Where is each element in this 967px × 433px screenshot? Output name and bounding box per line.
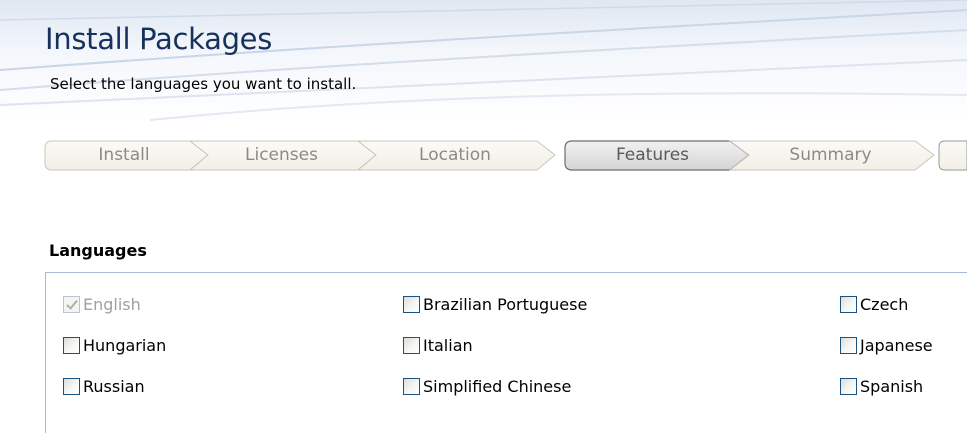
language-japanese[interactable]: Japanese [840,334,933,356]
languages-heading: Languages [49,241,147,260]
language-simplified-chinese[interactable]: Simplified Chinese [403,375,571,397]
step-next[interactable] [941,143,967,167]
step-install[interactable]: Install [58,143,190,167]
checkbox-brazilian-portuguese[interactable] [403,295,420,313]
wizard-steps-shapes [44,140,967,171]
language-label-russian: Russian [83,376,145,396]
language-label-simplified-chinese: Simplified Chinese [423,376,572,396]
language-label-italian: Italian [423,335,473,355]
checkbox-hungarian[interactable] [63,336,80,354]
step-features[interactable]: Features [575,143,730,167]
language-label-czech: Czech [860,294,909,314]
language-label-hungarian: Hungarian [83,335,167,355]
checkbox-english [63,295,80,313]
language-russian[interactable]: Russian [63,375,145,397]
checkbox-russian[interactable] [63,377,80,395]
language-czech[interactable]: Czech [840,293,908,315]
language-italian[interactable]: Italian [403,334,473,356]
checkbox-japanese[interactable] [840,336,857,354]
wizard-steps: Install Licenses Location Features Summa… [0,0,967,200]
step-summary[interactable]: Summary [746,143,915,167]
language-label-brazilian-portuguese: Brazilian Portuguese [423,294,588,314]
language-spanish[interactable]: Spanish [840,375,923,397]
checkbox-czech[interactable] [840,295,857,313]
checkbox-italian[interactable] [403,336,420,354]
language-hungarian[interactable]: Hungarian [63,334,166,356]
language-english: English [63,293,141,315]
step-location[interactable]: Location [373,143,537,167]
language-label-japanese: Japanese [860,335,933,355]
language-brazilian-portuguese[interactable]: Brazilian Portuguese [403,293,587,315]
language-label-spanish: Spanish [860,376,924,396]
checkbox-simplified-chinese[interactable] [403,377,420,395]
checkbox-spanish[interactable] [840,377,857,395]
step-licenses[interactable]: Licenses [205,143,358,167]
language-label-english: English [83,294,141,314]
